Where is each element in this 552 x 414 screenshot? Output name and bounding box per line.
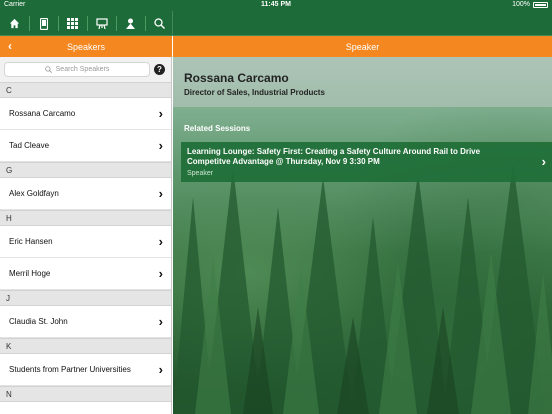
search-placeholder: Search Speakers [55,66,110,73]
map-pin-icon[interactable] [116,11,145,36]
section-header-n: N [0,386,171,402]
section-header-c: C [0,82,171,98]
phone-icon[interactable] [29,11,58,36]
back-chevron-icon[interactable]: ‹ [8,39,12,53]
speaker-row-name: Tad Cleave [9,141,50,150]
speaker-row-name: Students from Partner Universities [9,365,131,374]
speaker-detail-panel: Rossana Carcamo Director of Sales, Indus… [173,57,552,414]
speaker-list: C Rossana Carcamo › Tad Cleave › G Alex Goldfa… [0,82,171,402]
speaker-list-panel: Search Speakers ? C Rossana Carcamo › Tad C… [0,57,172,414]
section-header-h: H [0,210,171,226]
speakers-header: ‹ Speakers [0,36,172,57]
speaker-row-name: Rossana Carcamo [9,109,76,118]
clock: 11:45 PM [261,1,291,8]
chevron-right-icon: › [158,314,163,329]
battery-percent: 100% [512,1,530,8]
chevron-right-icon: › [541,154,546,169]
battery-icon [533,1,548,8]
help-icon[interactable]: ? [154,64,165,75]
speaker-row[interactable]: Tad Cleave › [0,130,171,162]
speaker-row[interactable]: Students from Partner Universities › [0,354,171,386]
forest-background [173,162,552,414]
session-title: Learning Lounge: Safety First: Creating … [187,147,481,166]
speaker-row-name: Alex Goldfayn [9,189,59,198]
grid-icon[interactable] [58,11,87,36]
speakers-header-title: Speakers [66,41,106,52]
search-icon[interactable] [145,11,174,36]
speaker-row[interactable]: Merril Hoge › [0,258,171,290]
speaker-header-title: Speaker [345,41,380,52]
speaker-row[interactable]: Eric Hansen › [0,226,171,258]
section-header-k: K [0,338,171,354]
battery-indicator: 100% [512,1,548,8]
session-role: Speaker [187,170,214,177]
speaker-row[interactable]: Alex Goldfayn › [0,178,171,210]
chevron-right-icon: › [158,138,163,153]
chevron-right-icon: › [158,234,163,249]
section-header-g: G [0,162,171,178]
chevron-right-icon: › [158,106,163,121]
speaker-row-name: Eric Hansen [9,237,53,246]
section-header-j: J [0,290,171,306]
search-bar: Search Speakers ? [0,57,171,82]
speaker-title: Director of Sales, Industrial Products [184,88,325,97]
speaker-profile: Rossana Carcamo Director of Sales, Indus… [173,57,552,107]
chevron-right-icon: › [158,362,163,377]
home-icon[interactable] [0,11,29,36]
chevron-right-icon: › [158,186,163,201]
top-toolbar [0,11,552,36]
presentation-icon[interactable] [87,11,116,36]
speaker-row-name: Merril Hoge [9,269,51,278]
speaker-row[interactable]: Claudia St. John › [0,306,171,338]
speaker-row-name: Claudia St. John [9,317,68,326]
chevron-right-icon: › [158,266,163,281]
search-field-icon [44,66,52,73]
speaker-header: Speaker [173,36,552,57]
speaker-row[interactable]: Rossana Carcamo › [0,98,171,130]
session-card[interactable]: Learning Lounge: Safety First: Creating … [181,142,552,182]
search-speakers-input[interactable]: Search Speakers [4,62,150,77]
speaker-name: Rossana Carcamo [184,71,289,85]
related-sessions-label: Related Sessions [184,124,251,133]
status-bar: Carrier 11:45 PM 100% [0,0,552,11]
